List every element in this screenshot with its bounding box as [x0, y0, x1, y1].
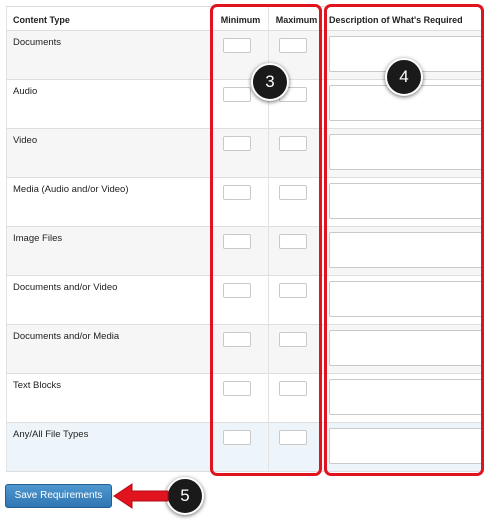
header-description: Description of What's Required [324, 7, 484, 30]
description-input[interactable] [329, 428, 484, 464]
header-maximum: Maximum [268, 7, 324, 30]
maximum-input[interactable] [279, 381, 307, 396]
maximum-input[interactable] [279, 332, 307, 347]
minimum-input[interactable] [223, 332, 251, 347]
content-type-label: Documents and/or Video [6, 276, 212, 324]
table-row: Text Blocks [6, 374, 484, 423]
content-type-label: Video [6, 129, 212, 177]
minimum-input[interactable] [223, 381, 251, 396]
description-input[interactable] [329, 134, 484, 170]
maximum-input[interactable] [279, 185, 307, 200]
description-input[interactable] [329, 281, 484, 317]
minimum-input[interactable] [223, 136, 251, 151]
maximum-input[interactable] [279, 430, 307, 445]
step-3-badge: 3 [251, 63, 289, 101]
save-requirements-button[interactable]: Save Requirements [5, 484, 112, 508]
description-input[interactable] [329, 232, 484, 268]
content-type-label: Image Files [6, 227, 212, 275]
minimum-input[interactable] [223, 185, 251, 200]
content-type-label: Any/All File Types [6, 423, 212, 471]
minimum-input[interactable] [223, 38, 251, 53]
maximum-input[interactable] [279, 38, 307, 53]
content-type-label: Audio [6, 80, 212, 128]
arrow-left-icon [113, 483, 169, 509]
table-row: Documents and/or Media [6, 325, 484, 374]
minimum-input[interactable] [223, 87, 251, 102]
header-content-type: Content Type [6, 7, 212, 30]
maximum-input[interactable] [279, 136, 307, 151]
table-row: Documents and/or Video [6, 276, 484, 325]
description-input[interactable] [329, 183, 484, 219]
table-row: Media (Audio and/or Video) [6, 178, 484, 227]
description-input[interactable] [329, 330, 484, 366]
minimum-input[interactable] [223, 283, 251, 298]
maximum-input[interactable] [279, 283, 307, 298]
maximum-input[interactable] [279, 234, 307, 249]
header-minimum: Minimum [212, 7, 268, 30]
step-4-badge: 4 [385, 58, 423, 96]
table-row: Video [6, 129, 484, 178]
content-type-label: Documents and/or Media [6, 325, 212, 373]
table-row: Image Files [6, 227, 484, 276]
content-type-label: Media (Audio and/or Video) [6, 178, 212, 226]
step-5-badge: 5 [166, 477, 204, 515]
content-type-label: Text Blocks [6, 374, 212, 422]
minimum-input[interactable] [223, 430, 251, 445]
table-header-row: Content Type Minimum Maximum Description… [6, 7, 484, 31]
minimum-input[interactable] [223, 234, 251, 249]
content-type-label: Documents [6, 31, 212, 79]
table-row: Any/All File Types [6, 423, 484, 472]
description-input[interactable] [329, 379, 484, 415]
